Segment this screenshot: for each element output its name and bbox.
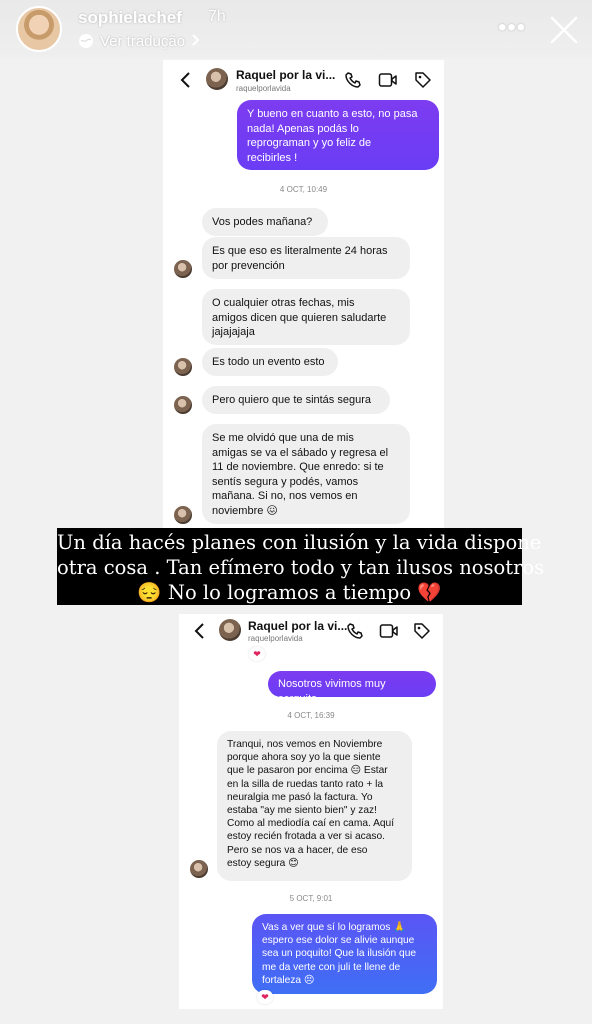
incoming-message: Es todo un evento esto: [202, 348, 338, 376]
chevron-right-icon: [191, 33, 200, 50]
chat-screenshot-bottom: Raquel por la vi... raquelporlavida ❤ No…: [179, 614, 443, 1009]
chat-screenshot-top: Raquel por la vi... raquelporlavida Y bu…: [163, 60, 444, 528]
contact-handle: raquelporlavida: [248, 634, 303, 643]
story-header: sophielachef 7h Ver tradução •••: [0, 0, 592, 58]
video-call-icon[interactable]: [379, 622, 399, 645]
message-avatar: [174, 260, 192, 278]
heart-reaction: ❤: [257, 990, 273, 1004]
translate-button[interactable]: Ver tradução: [78, 31, 200, 51]
story-username[interactable]: sophielachef: [78, 8, 182, 28]
timestamp: 4 OCT, 10:49: [279, 185, 328, 194]
close-icon: [550, 16, 578, 44]
message-avatar: [174, 506, 192, 524]
caption-line: Un día hacés planes con ilusión y la vid…: [57, 531, 542, 554]
back-icon[interactable]: [193, 622, 205, 645]
translate-label: Ver tradução: [100, 32, 186, 50]
tag-icon[interactable]: [414, 71, 432, 94]
video-call-icon[interactable]: [378, 71, 398, 94]
contact-avatar[interactable]: [219, 619, 241, 641]
timestamp: 4 OCT, 16:39: [287, 711, 335, 720]
chat-header: Raquel por la vi... raquelporlavida: [179, 614, 443, 654]
incoming-message: Se me olvidó que una de mis amigas se va…: [202, 424, 410, 524]
incoming-message: O cualquier otras fechas, mis amigos dic…: [202, 289, 410, 345]
incoming-message: Vos podes mañana?: [202, 208, 328, 236]
story-avatar[interactable]: [16, 6, 62, 52]
incoming-message: Tranqui, nos vemos en Noviembre porque a…: [217, 731, 412, 881]
message-avatar: [174, 396, 192, 414]
timestamp: 5 OCT, 9:01: [289, 894, 333, 903]
incoming-message: Es que eso es literalmente 24 horas por …: [202, 237, 410, 279]
phone-icon[interactable]: [344, 71, 362, 94]
chat-header: Raquel por la vi... raquelporlavida: [163, 60, 444, 100]
story-time: 7h: [208, 8, 226, 25]
outgoing-message: Y bueno en cuanto a esto, no pasa nada! …: [237, 100, 439, 170]
globe-icon: [78, 33, 94, 49]
incoming-message: Pero quiero que te sintás segura: [202, 386, 390, 414]
story-caption: Un día hacés planes con ilusión y la vid…: [57, 528, 545, 605]
message-avatar: [174, 358, 192, 376]
back-icon[interactable]: [179, 71, 191, 94]
contact-name[interactable]: Raquel por la vi...: [248, 619, 347, 633]
phone-icon[interactable]: [346, 622, 364, 645]
heart-reaction: ❤: [249, 647, 265, 661]
contact-handle: raquelporlavida: [236, 84, 291, 93]
outgoing-message: Nosotros vivimos muy cerquita: [268, 671, 436, 705]
contact-avatar[interactable]: [206, 68, 228, 90]
contact-name[interactable]: Raquel por la vi...: [236, 68, 335, 82]
outgoing-message: Vas a ver que sí lo logramos 🙏 espero es…: [252, 914, 437, 994]
message-avatar: [190, 860, 208, 878]
caption-line: 😔 No lo logramos a tiempo 💔: [137, 581, 442, 604]
tag-icon[interactable]: [413, 622, 431, 645]
caption-line: otra cosa . Tan efímero todo y tan iluso…: [57, 556, 545, 579]
more-options-button[interactable]: •••: [498, 14, 526, 42]
close-button[interactable]: [548, 14, 580, 46]
